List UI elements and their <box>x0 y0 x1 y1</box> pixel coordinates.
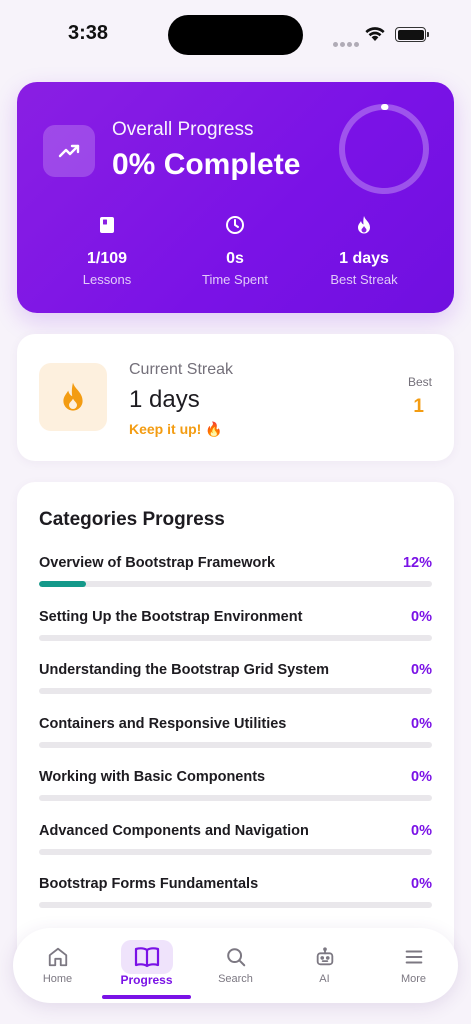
stat-best-streak: 1 days Best Streak <box>294 214 434 287</box>
book-icon <box>37 214 177 236</box>
nav-home-label: Home <box>42 973 73 985</box>
overall-progress-card: Overall Progress 0% Complete 1/109 Lesso… <box>17 82 454 313</box>
category-percent: 0% <box>411 823 432 839</box>
nav-more-label: More <box>400 973 427 985</box>
current-streak-value: 1 days <box>129 386 200 413</box>
category-progress-bar <box>39 635 432 641</box>
category-name: Bootstrap Forms Fundamentals <box>39 876 259 892</box>
category-row[interactable]: Advanced Components and Navigation 0% <box>39 823 432 863</box>
menu-icon <box>403 945 425 969</box>
category-percent: 0% <box>411 876 432 892</box>
status-bar: 3:38 <box>0 0 471 64</box>
category-percent: 12% <box>402 555 432 571</box>
stat-best-streak-label: Best Streak <box>330 272 398 287</box>
category-name: Containers and Responsive Utilities <box>39 716 287 732</box>
nav-ai-label: AI <box>319 973 330 985</box>
category-progress-fill <box>39 581 87 587</box>
category-percent: 0% <box>411 662 432 678</box>
nav-progress[interactable]: Progress <box>102 928 191 1003</box>
category-row[interactable]: Understanding the Bootstrap Grid System … <box>39 662 432 702</box>
overall-progress-value: 0% Complete <box>112 148 301 181</box>
nav-more[interactable]: More <box>369 928 458 1003</box>
nav-active-underline <box>102 995 191 999</box>
category-progress-bar <box>39 902 432 908</box>
best-streak-value: 1 <box>413 396 424 417</box>
signal-dots-icon <box>333 34 361 52</box>
stat-lessons-label: Lessons <box>82 272 132 287</box>
overall-progress-label: Overall Progress <box>112 119 254 140</box>
category-name: Advanced Components and Navigation <box>39 823 309 839</box>
streak-flame-icon <box>39 363 107 431</box>
stat-lessons-value: 1/109 <box>86 250 128 267</box>
current-streak-label: Current Streak <box>129 361 234 378</box>
category-row[interactable]: Working with Basic Components 0% <box>39 769 432 809</box>
stat-time-spent: 0s Time Spent <box>165 214 305 287</box>
category-row[interactable]: Overview of Bootstrap Framework 12% <box>39 555 432 595</box>
status-time: 3:38 <box>68 22 109 44</box>
home-icon <box>47 945 69 969</box>
category-row[interactable]: Bootstrap Forms Fundamentals 0% <box>39 876 432 916</box>
current-streak-card: Current Streak 1 days Keep it up! 🔥 Best… <box>17 334 454 461</box>
best-streak-label: Best <box>407 375 432 389</box>
progress-ring <box>339 104 429 194</box>
categories-progress-card: Categories Progress Overview of Bootstra… <box>17 482 454 982</box>
stat-time-spent-label: Time Spent <box>202 272 268 287</box>
category-progress-bar <box>39 581 432 587</box>
category-name: Working with Basic Components <box>39 769 266 785</box>
category-progress-bar <box>39 795 432 801</box>
wifi-icon <box>365 27 385 41</box>
flame-icon <box>294 214 434 236</box>
nav-search-label: Search <box>218 973 253 985</box>
nav-search[interactable]: Search <box>191 928 280 1003</box>
category-progress-bar <box>39 742 432 748</box>
nav-progress-label: Progress <box>120 973 173 987</box>
search-icon <box>225 945 247 969</box>
nav-home[interactable]: Home <box>13 928 102 1003</box>
robot-icon <box>314 945 336 969</box>
stat-time-spent-value: 0s <box>226 250 244 267</box>
categories-title: Categories Progress <box>39 509 225 530</box>
category-name: Understanding the Bootstrap Grid System <box>39 662 330 678</box>
category-row[interactable]: Setting Up the Bootstrap Environment 0% <box>39 609 432 649</box>
category-percent: 0% <box>411 716 432 732</box>
category-percent: 0% <box>411 609 432 625</box>
category-row[interactable]: Containers and Responsive Utilities 0% <box>39 716 432 756</box>
dynamic-island <box>168 15 303 55</box>
nav-ai[interactable]: AI <box>280 928 369 1003</box>
category-progress-bar <box>39 849 432 855</box>
progress-screen: 3:38 Overall Progress 0% Complete 1/109 … <box>0 0 471 1024</box>
stat-best-streak-value: 1 days <box>339 250 389 267</box>
battery-icon <box>395 27 429 42</box>
clock-icon <box>165 214 305 236</box>
category-progress-bar <box>39 688 432 694</box>
stat-lessons: 1/109 Lessons <box>37 214 177 287</box>
book-open-icon <box>134 945 160 969</box>
streak-cheer-text: Keep it up! 🔥 <box>129 421 223 437</box>
category-name: Overview of Bootstrap Framework <box>39 555 276 571</box>
category-percent: 0% <box>411 769 432 785</box>
trending-up-icon <box>43 125 95 177</box>
category-name: Setting Up the Bootstrap Environment <box>39 609 303 625</box>
bottom-nav: Home Progress Search AI More <box>13 928 458 1003</box>
